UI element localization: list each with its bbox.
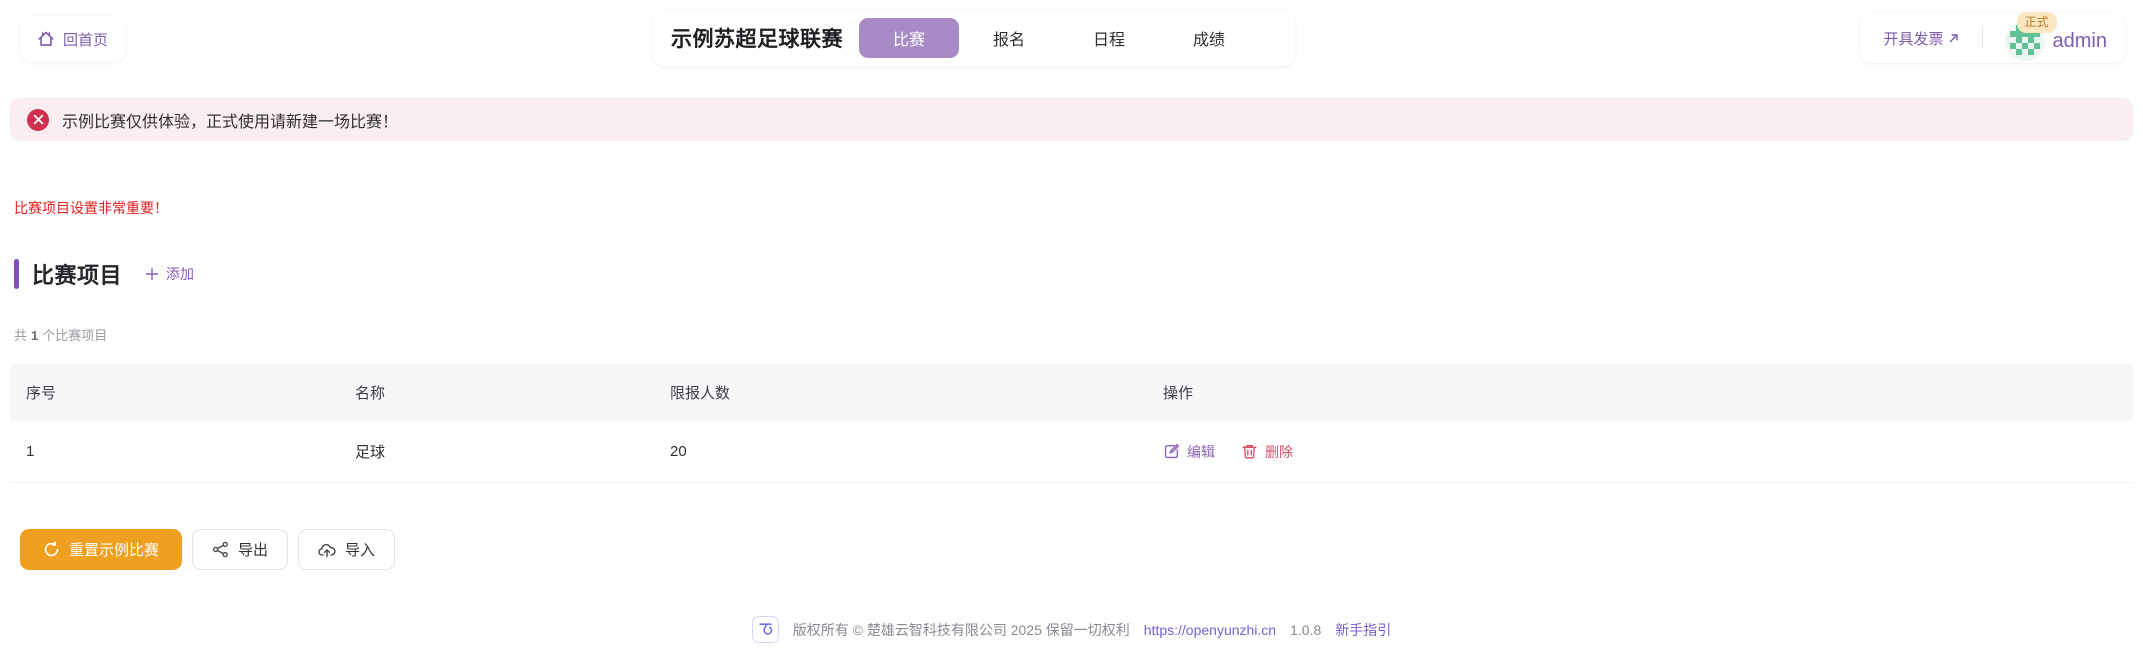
- col-header-limit: 限报人数: [670, 382, 1163, 403]
- count-number: 1: [31, 328, 38, 343]
- cell-no: 1: [26, 443, 355, 460]
- col-header-name: 名称: [355, 382, 670, 403]
- table-header-row: 序号 名称 限报人数 操作: [10, 364, 2133, 421]
- export-button[interactable]: 导出: [192, 529, 288, 570]
- user-menu[interactable]: 正式 admin: [2005, 15, 2107, 61]
- tab-schedule[interactable]: 日程: [1059, 18, 1159, 58]
- count-suffix: 个比赛项目: [42, 328, 107, 343]
- page: 回首页 示例苏超足球联赛 比赛 报名 日程 成绩 开具发票: [0, 0, 2143, 663]
- delete-label: 删除: [1265, 442, 1293, 462]
- add-event-label: 添加: [166, 264, 194, 284]
- cell-name: 足球: [355, 441, 670, 462]
- header-divider: [1982, 27, 1983, 49]
- footer: 版权所有 © 楚雄云智科技有限公司 2025 保留一切权利 https://op…: [0, 616, 2143, 643]
- invoice-link[interactable]: 开具发票: [1884, 28, 1960, 49]
- count-prefix: 共: [14, 328, 27, 343]
- section-header: 比赛项目 添加: [14, 258, 2143, 290]
- tab-registration[interactable]: 报名: [959, 18, 1059, 58]
- status-badge: 正式: [2017, 12, 2057, 33]
- cell-limit: 20: [670, 443, 1163, 460]
- username: admin: [2053, 30, 2107, 53]
- home-button[interactable]: 回首页: [20, 16, 125, 62]
- plus-icon: [145, 267, 159, 281]
- col-header-no: 序号: [26, 382, 355, 403]
- version-number: 1.0.8: [1290, 622, 1321, 638]
- delete-button[interactable]: 删除: [1241, 442, 1293, 462]
- table-row: 1 足球 20 编辑 删除: [10, 421, 2133, 483]
- add-event-button[interactable]: 添加: [145, 264, 194, 284]
- row-actions: 编辑 删除: [1163, 442, 2117, 462]
- bottom-actions: 重置示例比赛 导出 导入: [20, 529, 2143, 570]
- col-header-actions: 操作: [1163, 382, 2117, 403]
- match-header-card: 示例苏超足球联赛 比赛 报名 日程 成绩: [653, 10, 1295, 66]
- header: 回首页 示例苏超足球联赛 比赛 报名 日程 成绩 开具发票: [0, 0, 2143, 80]
- reset-demo-label: 重置示例比赛: [69, 539, 159, 560]
- event-count: 共1 个比赛项目: [14, 325, 2143, 344]
- tab-matches[interactable]: 比赛: [859, 18, 959, 58]
- export-label: 导出: [238, 539, 268, 560]
- reset-demo-button[interactable]: 重置示例比赛: [20, 529, 182, 570]
- footer-url-link[interactable]: https://openyunzhi.cn: [1144, 622, 1276, 638]
- account-card: 开具发票: [1860, 13, 2126, 63]
- alert-message: 示例比赛仅供体验，正式使用请新建一场比赛！: [62, 108, 398, 132]
- important-warning-text: 比赛项目设置非常重要！: [14, 198, 2143, 218]
- invoice-label: 开具发票: [1884, 28, 1944, 49]
- edit-label: 编辑: [1187, 442, 1215, 462]
- events-table: 序号 名称 限报人数 操作 1 足球 20 编辑: [10, 364, 2133, 483]
- section-accent-bar: [14, 259, 19, 289]
- beginner-guide-link[interactable]: 新手指引: [1335, 620, 1391, 640]
- match-title: 示例苏超足球联赛: [671, 23, 843, 53]
- share-icon: [212, 541, 229, 558]
- avatar-wrap: 正式: [2005, 21, 2045, 61]
- tab-bar: 比赛 报名 日程 成绩: [859, 18, 1259, 58]
- import-label: 导入: [345, 539, 375, 560]
- refresh-icon: [43, 541, 60, 558]
- footer-logo-icon: [752, 616, 779, 643]
- arrow-up-right-icon: [1948, 32, 1960, 44]
- edit-button[interactable]: 编辑: [1163, 442, 1215, 462]
- home-icon: [37, 30, 55, 48]
- edit-icon: [1163, 443, 1180, 460]
- error-circle-icon: [27, 109, 49, 131]
- upload-cloud-icon: [318, 541, 336, 559]
- home-button-label: 回首页: [63, 29, 108, 50]
- error-alert: 示例比赛仅供体验，正式使用请新建一场比赛！: [10, 98, 2133, 141]
- import-button[interactable]: 导入: [298, 529, 395, 570]
- tab-results[interactable]: 成绩: [1159, 18, 1259, 58]
- trash-icon: [1241, 443, 1258, 460]
- section-title: 比赛项目: [32, 258, 122, 290]
- copyright-text: 版权所有 © 楚雄云智科技有限公司 2025 保留一切权利: [793, 620, 1130, 640]
